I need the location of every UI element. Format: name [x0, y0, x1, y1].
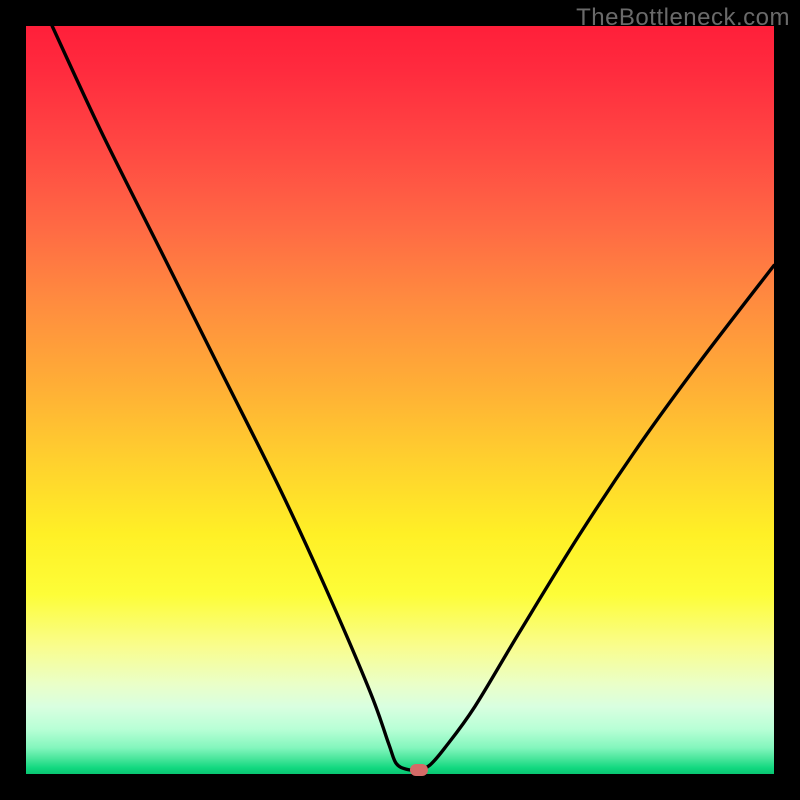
plot-area	[26, 26, 774, 774]
curve-svg	[26, 26, 774, 774]
chart-frame: TheBottleneck.com	[0, 0, 800, 800]
watermark-text: TheBottleneck.com	[576, 4, 790, 32]
optimal-marker	[410, 764, 428, 776]
bottleneck-curve	[52, 26, 774, 770]
